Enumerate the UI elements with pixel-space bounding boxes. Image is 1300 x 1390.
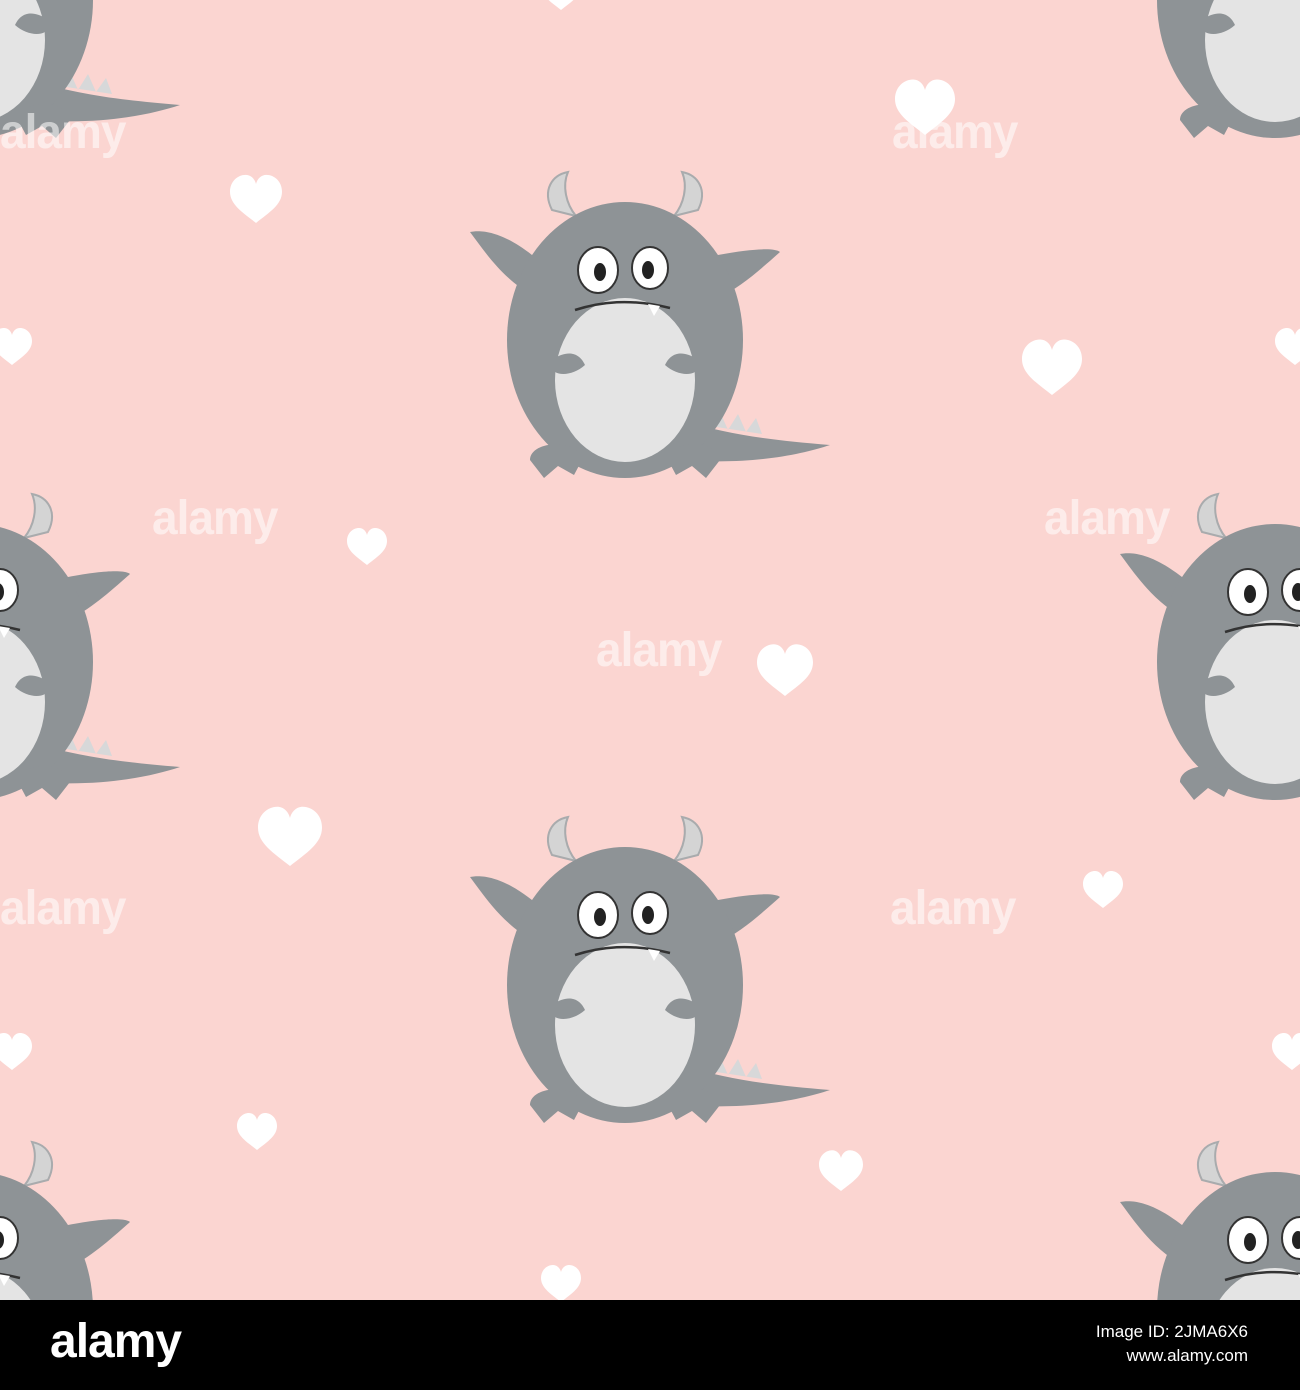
image-id-block: Image ID: 2JMA6X6 www.alamy.com [1096,1320,1248,1368]
alamy-logo: alamy [50,1315,182,1368]
watermark: alamy [1044,489,1170,545]
pattern-image: alamy alamy alamy alamy alamy alamy alam… [0,0,1300,1300]
watermark: alamy [0,103,126,159]
site-url-text: www.alamy.com [1126,1346,1248,1365]
watermark: alamy [0,879,126,935]
watermark: alamy [892,103,1018,159]
watermark: alamy [152,489,278,545]
stock-footer: alamy Image ID: 2JMA6X6 www.alamy.com [0,1300,1300,1390]
image-id-text: Image ID: 2JMA6X6 [1095,1322,1248,1341]
watermark: alamy [890,879,1016,935]
watermark: alamy [596,621,722,677]
